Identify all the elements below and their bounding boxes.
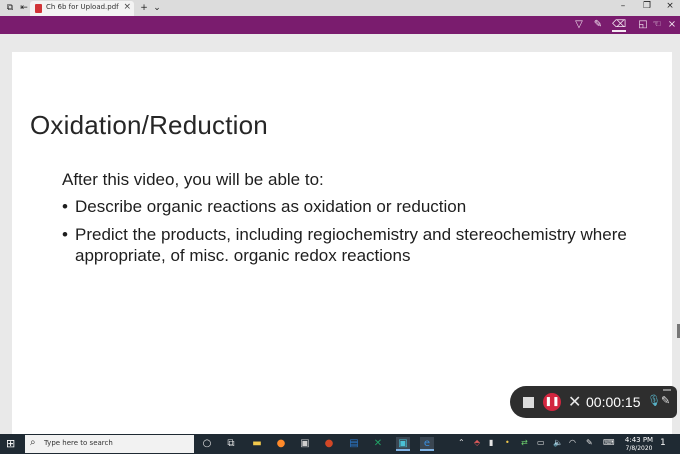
close-toolbar-icon[interactable]: ×	[665, 18, 679, 32]
window-close-icon[interactable]: ×	[663, 1, 677, 11]
cancel-recording-icon[interactable]: ✕	[568, 393, 581, 411]
new-tab-icon[interactable]: +	[138, 2, 150, 14]
keyboard-icon[interactable]: ⌨	[603, 438, 615, 447]
taskbar-date[interactable]: 7/8/2020	[622, 445, 656, 452]
usb-icon[interactable]: ▮	[489, 438, 493, 447]
objective-list: Describe organic reactions as oxidation …	[62, 196, 632, 273]
windows-start-icon[interactable]: ⊞	[6, 438, 18, 450]
edge-icon[interactable]: e	[420, 437, 434, 451]
show-hidden-icons[interactable]: ⌃	[458, 438, 465, 447]
file-explorer-icon[interactable]: ▬	[250, 437, 264, 451]
firefox-icon[interactable]: ●	[274, 437, 288, 451]
powerpoint-icon[interactable]: ●	[322, 437, 336, 451]
list-item: Describe organic reactions as oxidation …	[62, 196, 632, 217]
highlight-icon[interactable]: ▽	[572, 18, 586, 32]
recorder-app-icon[interactable]: ▣	[396, 437, 410, 451]
text-highlight-icon[interactable]: ✎	[591, 18, 605, 32]
restore-icon[interactable]: ❐	[640, 1, 654, 11]
document-viewport[interactable]: Oxidation/Reduction After this video, yo…	[0, 34, 680, 434]
pen-icon[interactable]: ✎	[661, 394, 670, 407]
taskbar: ⊞ ⌕ Type here to search ○ ⧉ ▬ ● ▣ ● ▤ ✕ …	[0, 434, 680, 454]
slide-title: Oxidation/Reduction	[30, 110, 268, 140]
volume-icon[interactable]: 🔈	[553, 438, 563, 447]
taskbar-search-box[interactable]: ⌕ Type here to search	[25, 435, 194, 453]
cortana-icon[interactable]: ○	[200, 437, 214, 451]
tab-title: Ch 6b for Upload.pdf	[46, 3, 119, 11]
tray-app-icon[interactable]: ⬘	[474, 438, 480, 447]
pdf-file-icon	[35, 4, 42, 13]
read-aloud-icon[interactable]: ◱	[636, 18, 650, 32]
minimize-icon[interactable]: –	[616, 1, 630, 11]
drag-handle[interactable]	[663, 389, 671, 391]
pen-workspace-icon[interactable]: ✎	[586, 438, 593, 447]
back-tabs-icon[interactable]: ⇤	[18, 2, 30, 14]
pdf-page: Oxidation/Reduction After this video, yo…	[12, 52, 672, 434]
screen-recorder-widget: ❚❚ ✕ 00:00:15 🎙 ✎	[510, 386, 677, 418]
wifi-icon[interactable]: ◠	[569, 438, 576, 447]
task-view-icon[interactable]: ⧉	[224, 437, 238, 451]
tab-actions-icon[interactable]: ⧉	[4, 2, 16, 14]
word-icon[interactable]: ▤	[347, 437, 361, 451]
screen: ⧉ ⇤ Ch 6b for Upload.pdf × + ⌄ – ❐ × ▽ ✎…	[0, 0, 680, 454]
tray-status-icon[interactable]: •	[505, 438, 510, 447]
excel-icon[interactable]: ✕	[371, 437, 385, 451]
battery-icon[interactable]: ▭	[537, 438, 545, 447]
stop-recording-button[interactable]	[523, 397, 534, 408]
pause-recording-button[interactable]: ❚❚	[543, 393, 561, 411]
tab-menu-icon[interactable]: ⌄	[151, 2, 163, 14]
taskbar-time[interactable]: 4:43 PM	[624, 436, 654, 444]
search-placeholder: Type here to search	[44, 439, 113, 447]
slide-intro: After this video, you will be able to:	[62, 170, 324, 189]
recording-timer: 00:00:15	[586, 394, 641, 410]
eraser-icon[interactable]: ⌫	[612, 18, 626, 32]
photos-icon[interactable]: ▣	[298, 437, 312, 451]
pdf-toolbar: ▽ ✎ ⌫ ◱ ☜ ×	[0, 16, 680, 34]
tray-sync-icon[interactable]: ⇄	[521, 438, 528, 447]
search-icon: ⌕	[30, 437, 36, 448]
browser-titlebar: ⧉ ⇤ Ch 6b for Upload.pdf × + ⌄ – ❐ ×	[0, 0, 680, 16]
tab-pdf-document[interactable]: Ch 6b for Upload.pdf ×	[30, 1, 134, 16]
microphone-icon[interactable]: 🎙	[647, 394, 661, 407]
notifications-icon[interactable]: 1	[660, 438, 666, 448]
tab-close-icon[interactable]: ×	[123, 2, 131, 12]
touch-select-icon[interactable]: ☜	[650, 18, 664, 32]
list-item: Predict the products, including regioche…	[62, 224, 632, 266]
